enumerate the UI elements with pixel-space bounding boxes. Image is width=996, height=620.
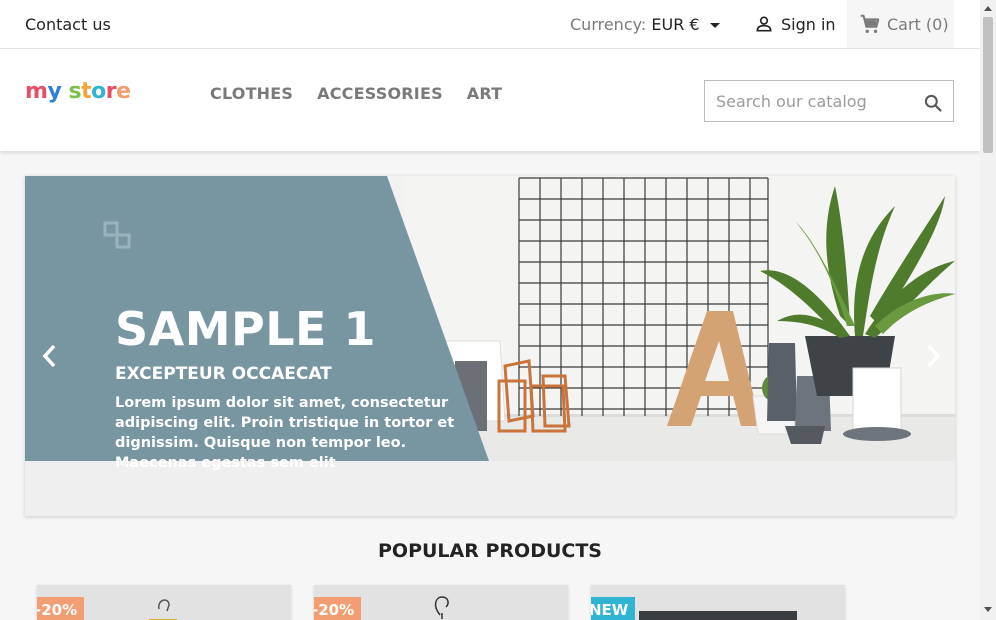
product-card[interactable]: NEW — [591, 585, 845, 620]
page-scrollbar[interactable] — [980, 0, 996, 620]
logo-letter: o — [91, 79, 106, 104]
caret-down-icon — [709, 23, 720, 28]
logo-letter: y — [47, 79, 62, 104]
cart-count: (0) — [925, 14, 949, 34]
main-menu: CLOTHES ACCESSORIES ART — [210, 84, 502, 103]
currency-selector[interactable]: Currency: EUR € — [570, 15, 720, 34]
slide-subtitle: EXCEPTEUR OCCAECAT — [115, 364, 332, 384]
discount-flag: -20% — [37, 597, 85, 620]
homepage-slider: SAMPLE 1 EXCEPTEUR OCCAECAT Lorem ipsum … — [25, 176, 955, 516]
cart-button[interactable]: Cart (0) — [847, 0, 954, 48]
chevron-left-icon — [42, 344, 56, 368]
logo-letter: t — [81, 79, 92, 104]
currency-label: Currency: — [570, 15, 647, 34]
top-nav-bar: Contact us Currency: EUR € Sign in Cart … — [0, 0, 980, 49]
logo-letter: r — [105, 79, 117, 104]
logo-letter: m — [25, 79, 48, 104]
slider-next-button[interactable] — [918, 341, 948, 371]
logo-letter — [61, 79, 68, 104]
new-flag: NEW — [591, 597, 636, 620]
search-box — [704, 80, 954, 122]
user-icon — [756, 16, 772, 32]
sign-in-label: Sign in — [781, 14, 836, 34]
sign-in-link[interactable]: Sign in — [754, 14, 836, 34]
slider-prev-button[interactable] — [35, 341, 65, 371]
site-header: my store CLOTHES ACCESSORIES ART — [0, 49, 980, 151]
logo-letter: e — [116, 79, 131, 104]
search-icon[interactable] — [923, 93, 943, 113]
menu-item-accessories[interactable]: ACCESSORIES — [317, 84, 443, 103]
chevron-right-icon — [927, 344, 941, 368]
product-card[interactable]: -20% — [37, 585, 291, 620]
cart-label: Cart — [887, 14, 921, 34]
store-logo[interactable]: my store — [25, 79, 131, 104]
scroll-up-arrow-icon[interactable] — [984, 6, 992, 11]
product-card[interactable]: -20% — [314, 585, 568, 620]
cart-icon — [860, 14, 880, 33]
slide-title: SAMPLE 1 — [115, 302, 376, 356]
slide-description: Lorem ipsum dolor sit amet, consectetur … — [115, 395, 455, 471]
scroll-down-arrow-icon[interactable] — [984, 607, 992, 612]
menu-item-art[interactable]: ART — [467, 84, 503, 103]
search-input[interactable] — [705, 81, 905, 121]
logo-letter: s — [68, 79, 82, 104]
discount-flag: -20% — [314, 597, 362, 620]
scrollbar-thumb[interactable] — [983, 17, 993, 153]
menu-item-clothes[interactable]: CLOTHES — [210, 84, 293, 103]
popular-products-title: POPULAR PRODUCTS — [378, 540, 602, 562]
currency-value: EUR € — [651, 15, 700, 34]
contact-us-link[interactable]: Contact us — [25, 15, 111, 34]
